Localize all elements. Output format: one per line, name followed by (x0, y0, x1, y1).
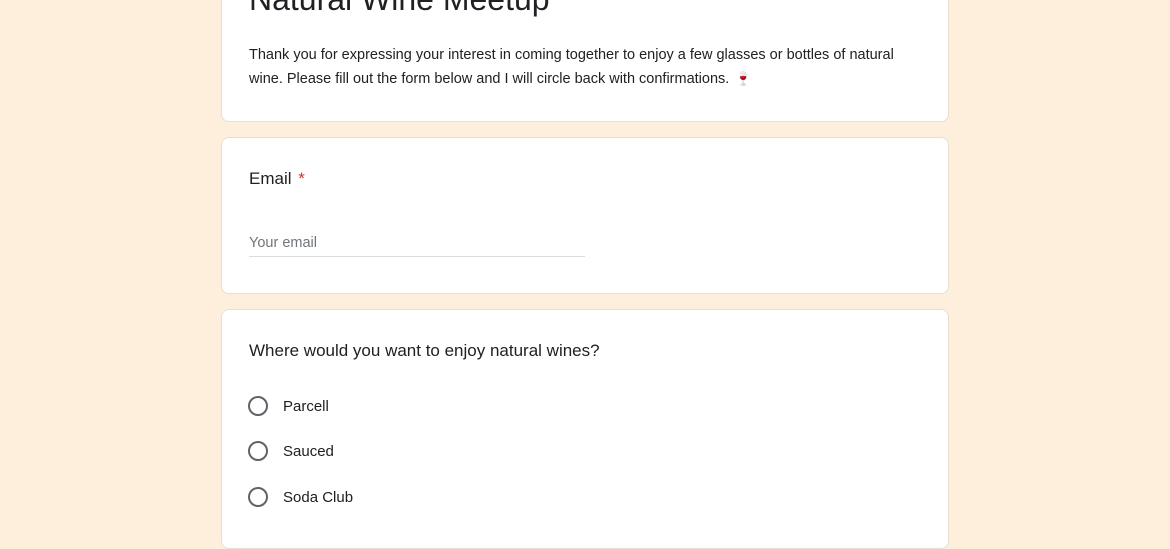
where-question-card: Where would you want to enjoy natural wi… (221, 309, 949, 549)
radio-option-soda-club[interactable]: Soda Club (248, 484, 353, 510)
radio-option-label: Sauced (283, 442, 334, 460)
radio-option-parcell[interactable]: Parcell (248, 393, 329, 419)
form-header-card: Natural Wine Meetup Thank you for expres… (221, 0, 949, 122)
where-question-title: Where would you want to enjoy natural wi… (249, 341, 600, 360)
email-question-card: Email * (221, 137, 949, 294)
form-description: Thank you for expressing your interest i… (249, 44, 929, 91)
form-title: Natural Wine Meetup (249, 0, 550, 17)
radio-button-icon[interactable] (248, 487, 268, 507)
email-question-title: Email * (249, 168, 305, 190)
wine-glass-icon: 🍷 (735, 71, 752, 86)
email-input[interactable] (249, 230, 585, 257)
form-description-text: Thank you for expressing your interest i… (249, 47, 894, 87)
radio-button-icon[interactable] (248, 396, 268, 416)
radio-option-sauced[interactable]: Sauced (248, 438, 334, 464)
email-label: Email (249, 169, 292, 188)
required-asterisk: * (298, 169, 305, 188)
radio-option-label: Soda Club (283, 488, 354, 506)
radio-option-label: Parcell (283, 397, 329, 415)
radio-button-icon[interactable] (248, 441, 268, 461)
